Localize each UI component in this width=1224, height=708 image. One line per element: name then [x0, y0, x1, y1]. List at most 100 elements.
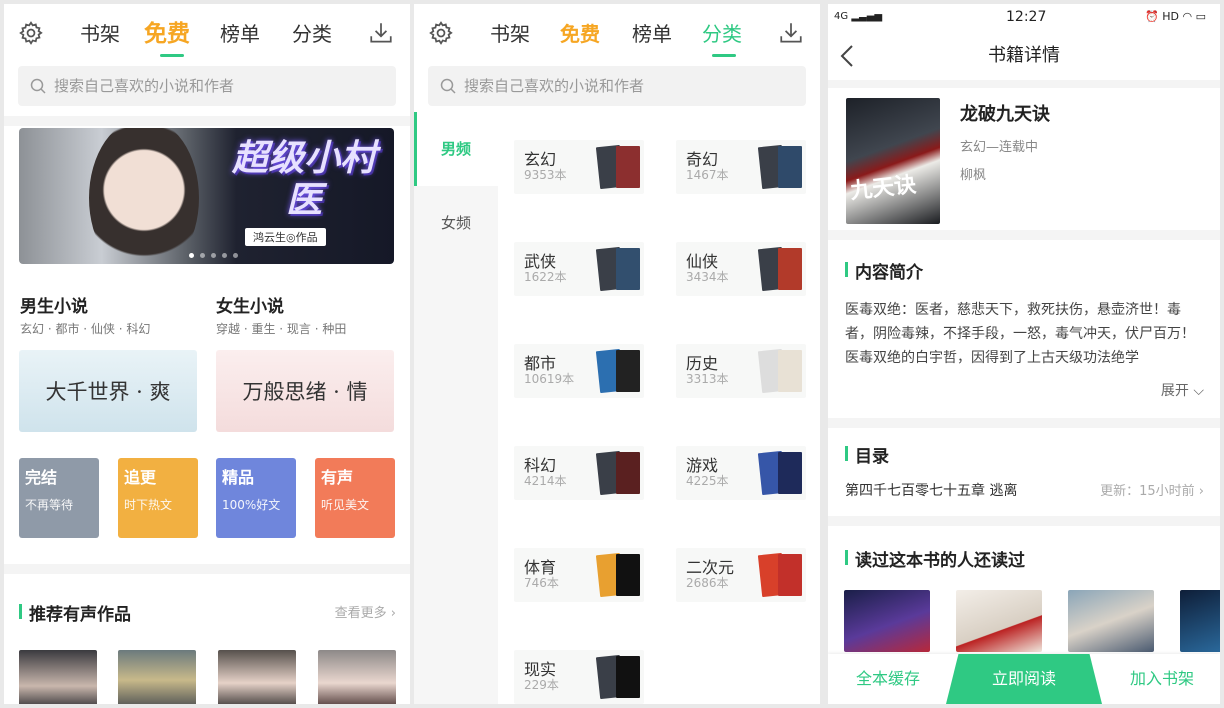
card-title: 精品 — [222, 468, 255, 487]
male-novels-title[interactable]: 男生小说 — [20, 292, 88, 317]
divider — [4, 116, 410, 126]
book-genre-status: 玄幻—连载中 — [960, 140, 1039, 155]
male-novels-genres: 玄幻 · 都市 · 仙侠 · 科幻 — [20, 322, 151, 336]
add-to-shelf-button[interactable]: 加入书架 — [1112, 654, 1212, 704]
page-title: 书籍详情 — [988, 45, 1060, 66]
related-book-cover[interactable] — [956, 590, 1042, 652]
divider — [4, 564, 410, 574]
book-cover — [778, 452, 802, 494]
download-icon[interactable] — [778, 20, 804, 46]
search-input[interactable]: 搜索自己喜欢的小说和作者 — [428, 66, 806, 106]
category-item[interactable]: 现实 229本 — [514, 650, 644, 704]
expand-button[interactable]: 展开 ⌵ — [1161, 380, 1204, 400]
audio-book-cover[interactable] — [218, 650, 296, 704]
action-bar: 全本缓存 立即阅读 加入书架 — [828, 654, 1220, 704]
gear-icon[interactable] — [428, 20, 454, 46]
search-placeholder: 搜索自己喜欢的小说和作者 — [464, 77, 645, 95]
book-title: 龙破九天诀 — [960, 104, 1050, 125]
latest-chapter[interactable]: 第四千七百零七十五章 逃离 — [845, 480, 1017, 500]
top-nav: 书架 免费 榜单 分类 — [414, 4, 820, 62]
active-tab-indicator — [712, 54, 736, 57]
category-count: 4214本 — [524, 474, 567, 488]
book-cover — [616, 452, 640, 494]
related-book-cover[interactable] — [1180, 590, 1220, 652]
book-cover — [616, 248, 640, 290]
toc-section-title: 目录 — [845, 442, 889, 467]
sidebar-item-male[interactable]: 男频 — [414, 112, 498, 186]
see-more-label: 查看更多 — [334, 606, 387, 621]
cache-all-button[interactable]: 全本缓存 — [838, 654, 938, 704]
category-item[interactable]: 历史 3313本 — [676, 344, 806, 398]
update-label: 更新：15小时前 — [1100, 484, 1195, 499]
update-time[interactable]: 更新：15小时前 › — [1100, 480, 1204, 499]
tab-free[interactable]: 免费 — [144, 14, 190, 48]
card-subtitle: 不再等待 — [25, 498, 74, 512]
status-bar: 4G ▂▃▄▅ 12:27 ⏰ HD ◠ ▭ — [828, 4, 1220, 32]
tab-categories[interactable]: 分类 — [292, 18, 332, 47]
tab-rankings[interactable]: 榜单 — [632, 18, 672, 47]
tab-bookshelf[interactable]: 书架 — [490, 18, 530, 47]
sidebar-item-female[interactable]: 女频 — [414, 186, 498, 260]
book-author[interactable]: 柳枫 — [960, 164, 986, 183]
category-count: 746本 — [524, 576, 559, 590]
category-panel: 书架 免费 榜单 分类 搜索自己喜欢的小说和作者 男频 女频 玄幻 9353本 奇… — [414, 4, 820, 704]
download-icon[interactable] — [368, 20, 394, 46]
audio-section-title: 推荐有声作品 — [19, 600, 131, 625]
free-panel: 书架 免费 榜单 分类 搜索自己喜欢的小说和作者 超级小村医 鸿云生◎作品 男生… — [4, 4, 410, 704]
book-intro-text: 医毒双绝：医者，慈悲天下，救死扶伤，悬壶济世！毒者，阴险毒辣，不择手段，一怒，毒… — [845, 302, 1195, 366]
book-cover — [616, 146, 640, 188]
banner-title: 超级小村医 — [231, 138, 376, 221]
divider — [828, 80, 1220, 88]
category-item[interactable]: 游戏 4225本 — [676, 446, 806, 500]
expand-label: 展开 — [1160, 383, 1189, 399]
category-count: 10619本 — [524, 372, 575, 386]
card-subtitle: 100%好文 — [222, 498, 281, 512]
book-cover: 九天诀 — [846, 98, 940, 224]
top-nav: 书架 免费 榜单 分类 — [4, 4, 410, 62]
category-item[interactable]: 二次元 2686本 — [676, 548, 806, 602]
category-count: 2686本 — [686, 576, 729, 590]
category-item[interactable]: 都市 10619本 — [514, 344, 644, 398]
book-cover — [778, 350, 802, 392]
gear-icon[interactable] — [18, 20, 44, 46]
tab-bookshelf[interactable]: 书架 — [80, 18, 120, 47]
card-audio[interactable]: 有声 听见美文 — [315, 458, 395, 538]
search-icon — [440, 78, 456, 94]
read-now-button[interactable]: 立即阅读 — [946, 654, 1102, 704]
book-cover — [616, 350, 640, 392]
card-updating[interactable]: 追更 时下热文 — [118, 458, 198, 538]
related-book-cover[interactable] — [844, 590, 930, 652]
card-subtitle: 时下热文 — [124, 498, 173, 512]
card-title: 追更 — [124, 468, 157, 487]
audio-book-cover[interactable] — [19, 650, 97, 704]
tab-rankings[interactable]: 榜单 — [220, 18, 260, 47]
card-finished[interactable]: 完结 不再等待 — [19, 458, 99, 538]
audio-book-cover[interactable] — [318, 650, 396, 704]
theme-card-female[interactable]: 万般思绪 · 情 — [216, 350, 394, 432]
search-placeholder: 搜索自己喜欢的小说和作者 — [54, 77, 235, 95]
category-item[interactable]: 玄幻 9353本 — [514, 140, 644, 194]
category-item[interactable]: 奇幻 1467本 — [676, 140, 806, 194]
divider — [828, 230, 1220, 240]
category-item[interactable]: 体育 746本 — [514, 548, 644, 602]
category-item[interactable]: 仙侠 3434本 — [676, 242, 806, 296]
tab-categories[interactable]: 分类 — [702, 18, 742, 47]
female-novels-title[interactable]: 女生小说 — [216, 292, 284, 317]
category-count: 9353本 — [524, 168, 567, 182]
promo-banner[interactable]: 超级小村医 鸿云生◎作品 — [19, 128, 394, 264]
category-item[interactable]: 武侠 1622本 — [514, 242, 644, 296]
related-book-cover[interactable] — [1068, 590, 1154, 652]
search-input[interactable]: 搜索自己喜欢的小说和作者 — [18, 66, 396, 106]
book-cover — [616, 554, 640, 596]
also-read-section-title: 读过这本书的人还读过 — [845, 546, 1025, 571]
card-premium[interactable]: 精品 100%好文 — [216, 458, 296, 538]
wifi-icon: ◠ — [1182, 10, 1193, 23]
audio-book-cover[interactable] — [118, 650, 196, 704]
category-count: 229本 — [524, 678, 559, 692]
tab-free[interactable]: 免费 — [560, 18, 600, 47]
theme-card-male[interactable]: 大千世界 · 爽 — [19, 350, 197, 432]
see-more-link[interactable]: 查看更多 › — [335, 602, 396, 621]
card-subtitle: 听见美文 — [321, 498, 370, 512]
cover-title: 九天诀 — [849, 171, 918, 205]
category-item[interactable]: 科幻 4214本 — [514, 446, 644, 500]
